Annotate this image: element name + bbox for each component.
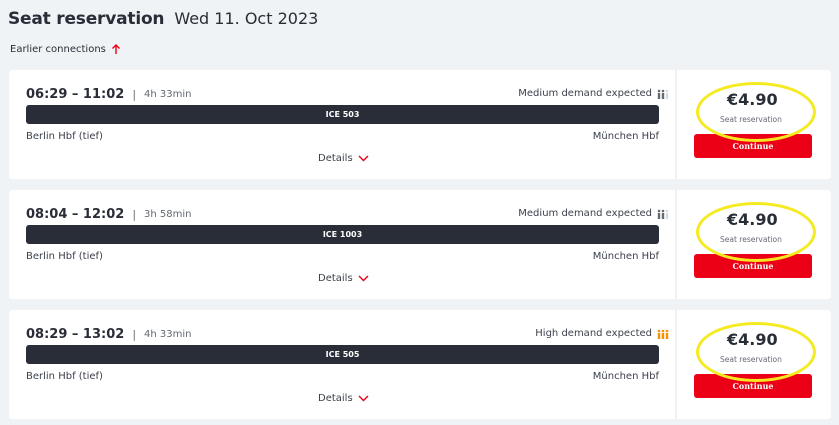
chevron-down-icon: [358, 155, 369, 162]
details-label: Details: [318, 273, 353, 284]
connection-info: 08:04 – 12:02 | 3h 58min Medium demand e…: [9, 190, 675, 299]
travel-date: Wed 11. Oct 2023: [174, 9, 319, 28]
separator: |: [132, 88, 137, 101]
separator: |: [132, 208, 137, 221]
medium-demand-icon: [657, 89, 669, 99]
train-bar: ICE 505: [26, 345, 659, 364]
chevron-down-icon: [358, 275, 369, 282]
arrival-station: München Hbf: [592, 251, 659, 262]
duration: 4h 33min: [144, 329, 192, 340]
price-label: Seat reservation: [720, 235, 782, 244]
details-label: Details: [318, 153, 353, 164]
departure-station: Berlin Hbf (tief): [26, 371, 103, 382]
arrival-station: München Hbf: [592, 371, 659, 382]
connection-times: 08:29 – 13:02 | 4h 33min: [26, 327, 192, 342]
continue-button[interactable]: Continue: [694, 374, 812, 398]
departure-station: Berlin Hbf (tief): [26, 131, 103, 142]
train-bar: ICE 1003: [26, 225, 659, 244]
demand-label: Medium demand expected: [518, 88, 652, 99]
price-panel: €4.90 Seat reservation Continue: [677, 310, 831, 419]
details-toggle[interactable]: Details: [318, 153, 369, 164]
time-range: 08:04 – 12:02: [26, 207, 125, 222]
arrival-station: München Hbf: [592, 131, 659, 142]
train-name: ICE 505: [325, 350, 360, 359]
price: €4.90: [727, 90, 778, 109]
arrow-up-icon: [111, 44, 120, 54]
connection-card: 08:29 – 13:02 | 4h 33min High demand exp…: [9, 310, 831, 419]
details-label: Details: [318, 393, 353, 404]
time-range: 08:29 – 13:02: [26, 327, 125, 342]
page-title: Seat reservation: [8, 9, 165, 29]
connection-card: 06:29 – 11:02 | 4h 33min Medium demand e…: [9, 70, 831, 179]
demand-indicator: Medium demand expected: [518, 208, 669, 219]
demand-label: Medium demand expected: [518, 208, 652, 219]
separator: |: [132, 328, 137, 341]
page-header: Seat reservation Wed 11. Oct 2023: [8, 9, 318, 29]
demand-indicator: High demand expected: [535, 328, 669, 339]
connection-card: 08:04 – 12:02 | 3h 58min Medium demand e…: [9, 190, 831, 299]
time-range: 06:29 – 11:02: [26, 87, 125, 102]
train-name: ICE 503: [325, 110, 360, 119]
price-panel: €4.90 Seat reservation Continue: [677, 190, 831, 299]
high-demand-icon: [657, 329, 669, 339]
earlier-connections-link[interactable]: Earlier connections: [10, 43, 121, 55]
train-bar: ICE 503: [26, 105, 659, 124]
departure-station: Berlin Hbf (tief): [26, 251, 103, 262]
chevron-down-icon: [358, 395, 369, 402]
price: €4.90: [727, 210, 778, 229]
connection-info: 06:29 – 11:02 | 4h 33min Medium demand e…: [9, 70, 675, 179]
duration: 3h 58min: [144, 209, 192, 220]
connection-times: 08:04 – 12:02 | 3h 58min: [26, 207, 192, 222]
medium-demand-icon: [657, 209, 669, 219]
demand-label: High demand expected: [535, 328, 652, 339]
connection-times: 06:29 – 11:02 | 4h 33min: [26, 87, 192, 102]
price-label: Seat reservation: [720, 115, 782, 124]
continue-button[interactable]: Continue: [694, 254, 812, 278]
details-toggle[interactable]: Details: [318, 273, 369, 284]
duration: 4h 33min: [144, 89, 192, 100]
price-panel: €4.90 Seat reservation Continue: [677, 70, 831, 179]
details-toggle[interactable]: Details: [318, 393, 369, 404]
demand-indicator: Medium demand expected: [518, 88, 669, 99]
continue-button[interactable]: Continue: [694, 134, 812, 158]
price-label: Seat reservation: [720, 355, 782, 364]
connection-info: 08:29 – 13:02 | 4h 33min High demand exp…: [9, 310, 675, 419]
earlier-connections-label: Earlier connections: [10, 43, 106, 55]
price: €4.90: [727, 330, 778, 349]
train-name: ICE 1003: [322, 230, 363, 239]
